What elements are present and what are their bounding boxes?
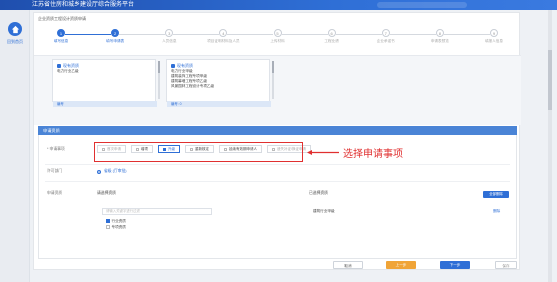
prev-step-button[interactable]: 上一步 <box>386 261 416 269</box>
card-scrollbar[interactable] <box>158 61 160 99</box>
page-scrollbar[interactable] <box>548 10 552 282</box>
step-8[interactable]: 8 申请表预览 <box>417 29 463 44</box>
qualification-card-1: 现有资质 电力行业乙级 编号 <box>52 59 157 107</box>
step-3[interactable]: 3 人员信息 <box>146 29 192 44</box>
section-header-apply: 申请资质 <box>38 126 517 135</box>
certificate-icon <box>57 64 61 68</box>
certificate-icon <box>171 64 175 68</box>
pick-title: 请选择资质 <box>97 191 116 195</box>
step-number: 2 <box>111 29 120 37</box>
cancel-button[interactable]: 取消 <box>333 261 363 269</box>
step-number: 8 <box>435 29 444 37</box>
step-label: 填写信息 <box>53 39 69 43</box>
home-button[interactable] <box>8 22 22 36</box>
platform-title: 江苏省住房和城乡建设厅综合服务平台 <box>32 2 135 8</box>
qual-tree: 行业资质 专项资质 <box>106 218 126 230</box>
step-label: 申请表预览 <box>430 39 449 43</box>
apply-form: * 申请事项 首次申请 增项 升级 重新核定 延续有效期申请人 遗失补证/换证申请 选择申… <box>38 135 517 259</box>
save-button[interactable]: 保存 <box>495 261 517 269</box>
delete-link[interactable]: 删除 <box>493 209 500 214</box>
step-label: 企业承诺书 <box>376 39 395 43</box>
divider <box>45 164 510 165</box>
radio-selected-icon[interactable] <box>97 169 101 174</box>
step-number: 3 <box>165 29 174 37</box>
progress-steps: 1 填写信息 2 填写申请表 3 人员信息 4 项目证明材料及人员 5 上传材料 6 工程业绩 7 企业承… <box>34 29 521 53</box>
arrow-left-icon <box>307 150 339 155</box>
qual-label: 申请资质 <box>47 191 63 195</box>
step-number: 4 <box>219 29 228 37</box>
sidebar: 回到首页 <box>0 10 30 282</box>
banner-decoration <box>377 2 467 8</box>
step-number: 6 <box>327 29 336 37</box>
card-items: 电力行业甲级 建筑装饰工程专项甲级 建筑幕墙工程专项乙级 风景园林工程设计专项乙… <box>171 69 215 88</box>
step-2[interactable]: 2 填写申请表 <box>92 29 138 44</box>
annotation-callout: 选择申请事项 <box>343 149 403 160</box>
tree-item[interactable]: 专项资质 <box>106 224 126 230</box>
step-label: 上传材料 <box>270 39 285 43</box>
card-items: 电力行业乙级 <box>57 69 79 73</box>
step-label: 人员信息 <box>162 39 177 43</box>
card-footer: 编号 <box>53 101 157 107</box>
step-9[interactable]: 9 填报人信息 <box>471 29 517 44</box>
dept-label: 许可部门 <box>47 169 63 173</box>
step-6[interactable]: 6 工程业绩 <box>309 29 355 44</box>
step-label: 项目证明材料及人员 <box>207 39 240 43</box>
card-footer: 编号: 0 <box>167 101 271 107</box>
highlight-box <box>94 142 303 162</box>
checkbox-checked-icon[interactable] <box>106 219 110 223</box>
selected-item: 建筑行业甲级 <box>313 209 335 213</box>
home-label[interactable]: 回到首页 <box>2 39 28 45</box>
footer-actions: 取消 上一步 下一步 保存 <box>33 260 520 270</box>
step-7[interactable]: 7 企业承诺书 <box>363 29 409 44</box>
step-label: 工程业绩 <box>324 39 339 43</box>
apply-type-label: * 申请事项 <box>47 147 65 151</box>
next-step-button[interactable]: 下一步 <box>440 261 470 269</box>
breadcrumb: 企业资质工程设计资质申请 <box>38 16 86 21</box>
qualification-card-2: 现有资质 电力行业甲级 建筑装饰工程专项甲级 建筑幕墙工程专项乙级 风景园林工程… <box>166 59 271 107</box>
step-1[interactable]: 1 填写信息 <box>38 29 84 44</box>
selected-title: 已选择资质 <box>309 191 328 195</box>
step-label: 填写申请表 <box>106 39 125 43</box>
divider <box>45 181 510 182</box>
dept-radio[interactable]: 省级 (厅审批) <box>97 169 127 174</box>
home-icon <box>11 25 19 33</box>
step-5[interactable]: 5 上传材料 <box>255 29 301 44</box>
qual-search-input[interactable]: 请输入关键字进行过滤 <box>102 208 212 215</box>
step-number: 5 <box>273 29 282 37</box>
step-label: 填报人信息 <box>484 39 503 43</box>
existing-qualifications: 现有资质 电力行业乙级 编号 现有资质 电力行业甲级 建筑装饰工程专项甲级 建筑… <box>34 55 521 125</box>
top-banner: 江苏省住房和城乡建设厅综合服务平台 <box>0 0 557 10</box>
checkbox-icon[interactable] <box>106 225 110 229</box>
step-number: 1 <box>57 29 66 37</box>
card-scrollbar[interactable] <box>272 61 274 99</box>
step-number: 9 <box>489 29 498 37</box>
step-4[interactable]: 4 项目证明材料及人员 <box>200 29 246 44</box>
main-panel: 企业资质工程设计资质申请 1 填写信息 2 填写申请表 3 人员信息 4 项目证明材料及人员 5… <box>33 12 521 270</box>
step-number: 7 <box>381 29 390 37</box>
remove-all-button[interactable]: 全部删除 <box>483 191 509 198</box>
